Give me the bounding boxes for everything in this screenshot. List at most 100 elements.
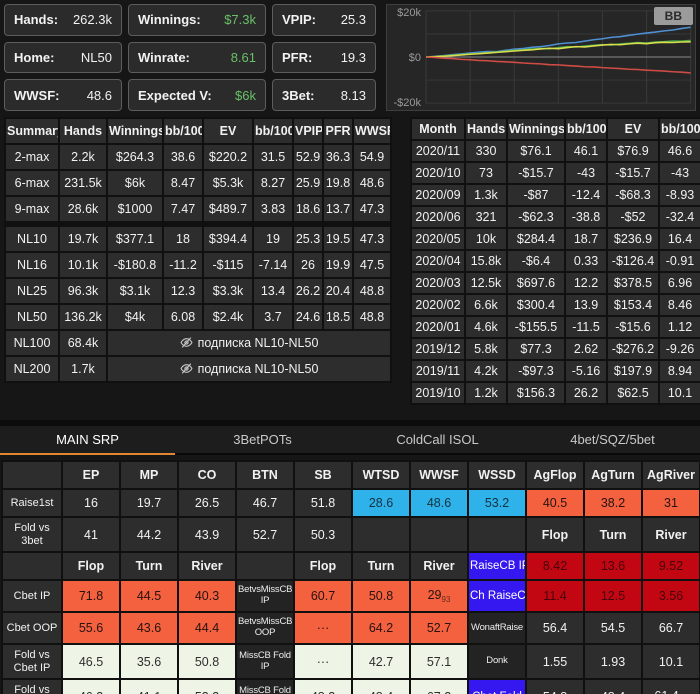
row-label: NL25 bbox=[6, 279, 58, 303]
table-cell: 18.5 bbox=[324, 305, 352, 329]
table-cell: 7.47 bbox=[164, 197, 202, 221]
table-cell: -$180.8 bbox=[108, 253, 162, 277]
stat-box-vpip: VPIP: 25.3 bbox=[272, 4, 376, 36]
table-cell: BetvsMissCB OOP bbox=[237, 613, 293, 643]
table-cell: $77.3 bbox=[508, 339, 564, 359]
table-cell: 19.7k bbox=[60, 227, 106, 251]
column-header: Month bbox=[412, 119, 464, 139]
table-cell: -$52 bbox=[608, 207, 658, 227]
table-row: 2020/04 15.8k -$6.4 0.33 -$126.4 -0.91 bbox=[412, 251, 700, 271]
table-cell: 54.9 bbox=[354, 145, 390, 169]
table-cell: 2.62 bbox=[566, 339, 606, 359]
table-cell: 28.6 bbox=[353, 490, 409, 516]
table-cell: 1.2k bbox=[466, 383, 506, 403]
table-cell: 6.96 bbox=[660, 273, 700, 293]
stat-value: 25.3 bbox=[340, 12, 366, 28]
table-cell: 43.9 bbox=[179, 518, 235, 552]
table-cell: 66.7 bbox=[643, 613, 699, 643]
table-cell: -32.4 bbox=[660, 207, 700, 227]
table-cell: 52.7 bbox=[411, 613, 467, 643]
summary-table: SummaryHandsWinningsbb/100EVbb/100VPIPPF… bbox=[4, 117, 392, 383]
table-cell: 43.6 bbox=[121, 613, 177, 643]
table-cell: 330 bbox=[466, 141, 506, 161]
stat-label: VPIP: bbox=[282, 12, 316, 28]
tab-3betpots[interactable]: 3BetPOTs bbox=[175, 426, 350, 455]
table-row: Fold vs Cbet IP 46.5 35.6 50.8 MissCB Fold I… bbox=[3, 644, 699, 679]
table-cell: 35.6 bbox=[121, 644, 177, 679]
table-cell: ··· bbox=[295, 613, 351, 643]
row-label: Fold vs Cbet OOP bbox=[3, 680, 61, 694]
table-cell: -8.93 bbox=[660, 185, 700, 205]
table-cell: $76.9 bbox=[608, 141, 658, 161]
table-cell: Donk bbox=[469, 644, 525, 679]
stat-label: Home: bbox=[14, 49, 55, 65]
table-cell: 8.94 bbox=[660, 361, 700, 381]
table-cell: 2.2k bbox=[60, 145, 106, 169]
row-label: NL200 bbox=[6, 357, 58, 381]
table-cell: 26.5 bbox=[179, 490, 235, 516]
table-cell: 44.5 bbox=[121, 581, 177, 612]
table-cell: 10.1 bbox=[660, 383, 700, 403]
y-axis-tick: $20k bbox=[397, 7, 421, 19]
table-row: 2019/11 4.2k -$97.3 -5.16 $197.9 8.94 bbox=[412, 361, 700, 381]
row-label: 2019/12 bbox=[412, 339, 464, 359]
table-cell: 31 bbox=[643, 490, 699, 516]
table-cell: 10.1k bbox=[60, 253, 106, 277]
table-cell: 19.9 bbox=[324, 253, 352, 277]
column-header: Turn bbox=[585, 518, 641, 552]
stat-value: NL50 bbox=[80, 49, 112, 65]
table-row: Fold vs 3bet 41 44.2 43.9 52.7 50.3 Flop Turn Ri… bbox=[3, 518, 699, 552]
column-header: EV bbox=[608, 119, 658, 139]
y-axis-tick: $0 bbox=[408, 52, 421, 64]
row-label: NL50 bbox=[6, 305, 58, 329]
table-cell: 25.3 bbox=[294, 227, 322, 251]
table-row: 2020/11 330 $76.1 46.1 $76.9 46.6 bbox=[412, 141, 700, 161]
column-header: VPIP bbox=[294, 119, 322, 143]
table-cell: -$126.4 bbox=[608, 251, 658, 271]
column-header: WWSF bbox=[354, 119, 390, 143]
table-cell: 31.5 bbox=[254, 145, 292, 169]
table-cell: $394.4 bbox=[204, 227, 252, 251]
tab-coldcall-isol[interactable]: ColdCall ISOL bbox=[350, 426, 525, 455]
table-cell: $76.1 bbox=[508, 141, 564, 161]
table-cell: $220.2 bbox=[204, 145, 252, 169]
table-cell: 9.52 bbox=[643, 553, 699, 580]
tab-4bet-sqz-5bet[interactable]: 4bet/SQZ/5bet bbox=[525, 426, 700, 455]
table-row: NL10 19.7k $377.1 18 $394.4 19 25.3 19.5 47.3 bbox=[6, 227, 390, 251]
table-row: EP MP CO BTN SB WTSD WWSF WSSD AgFlop AgTurn AgRiv… bbox=[3, 462, 699, 488]
tab-main-srp[interactable]: MAIN SRP bbox=[0, 426, 175, 455]
table-cell: 19.8 bbox=[324, 171, 352, 195]
stat-value: 8.61 bbox=[230, 49, 256, 65]
table-cell bbox=[237, 553, 293, 580]
row-label: Fold vs Cbet IP bbox=[3, 644, 61, 679]
column-header: River bbox=[411, 553, 467, 580]
table-cell: 26.2 bbox=[566, 383, 606, 403]
table-cell: 40.5 bbox=[527, 490, 583, 516]
table-cell: 10.1 bbox=[643, 644, 699, 679]
bb-toggle-button[interactable]: BB bbox=[653, 7, 693, 25]
table-row: SummaryHandsWinningsbb/100EVbb/100VPIPPF… bbox=[6, 119, 390, 143]
table-cell: 52.7 bbox=[237, 518, 293, 552]
table-cell: 64.2 bbox=[353, 613, 409, 643]
column-header: Turn bbox=[121, 553, 177, 580]
column-header: Flop bbox=[63, 553, 119, 580]
table-row: 2019/10 1.2k $156.3 26.2 $62.5 10.1 bbox=[412, 383, 700, 403]
table-row: 2020/02 6.6k $300.4 13.9 $153.4 8.46 bbox=[412, 295, 700, 315]
column-header: AgRiver bbox=[643, 462, 699, 488]
stat-box-winnings: Winnings: $7.3k bbox=[128, 4, 266, 36]
table-cell: $236.9 bbox=[608, 229, 658, 249]
table-cell: 50.8 bbox=[353, 581, 409, 612]
stat-box-winrate: Winrate: 8.61 bbox=[128, 41, 266, 74]
table-cell: $378.5 bbox=[608, 273, 658, 293]
table-cell: 48.4 bbox=[585, 680, 641, 694]
table-cell: 4.6k bbox=[466, 317, 506, 337]
table-cell: Cbet Fold bbox=[469, 680, 525, 694]
table-cell: 6.08 bbox=[164, 305, 202, 329]
table-cell: 50.8 bbox=[179, 644, 235, 679]
table-cell: 1.3k bbox=[466, 185, 506, 205]
subscription-locked-cell[interactable]: подписка NL10-NL50 bbox=[108, 357, 390, 381]
table-cell bbox=[353, 518, 409, 552]
stat-value: 19.3 bbox=[340, 49, 366, 65]
table-cell: 47.3 bbox=[354, 197, 390, 221]
subscription-locked-cell[interactable]: подписка NL10-NL50 bbox=[108, 331, 390, 355]
